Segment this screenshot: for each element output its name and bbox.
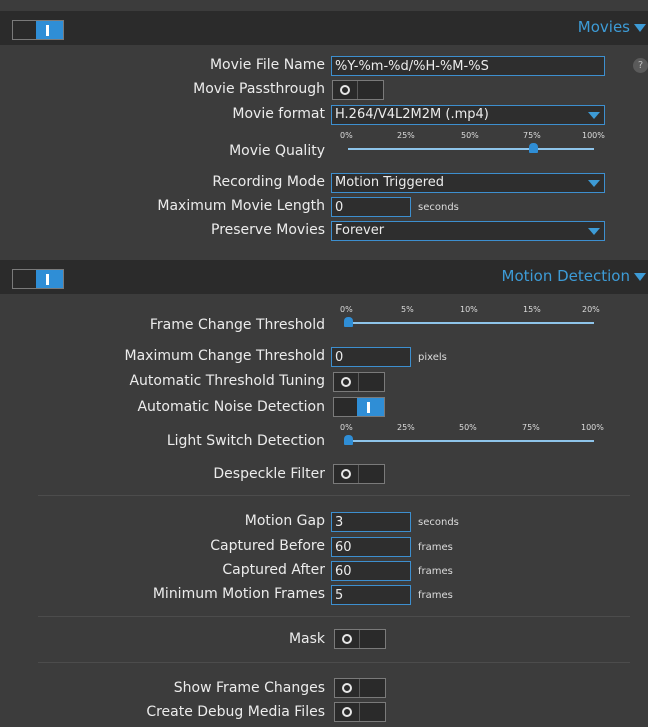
mask-label: Mask	[288, 631, 325, 647]
movie-quality-label: Movie Quality	[229, 143, 325, 159]
motion-section-title[interactable]: Motion Detection	[502, 267, 646, 285]
recording-mode-label: Recording Mode	[212, 174, 325, 190]
preserve-movies-label: Preserve Movies	[211, 222, 325, 238]
captured-before-input[interactable]	[331, 537, 411, 557]
slider-tick: 0%	[340, 305, 353, 314]
despeckle-filter-toggle[interactable]	[333, 464, 385, 484]
captured-after-input[interactable]	[331, 561, 411, 581]
motion-gap-input[interactable]	[331, 512, 411, 532]
captured-before-unit: frames	[418, 542, 453, 553]
min-motion-frames-label: Minimum Motion Frames	[152, 586, 325, 602]
min-motion-frames-unit: frames	[418, 590, 453, 601]
motion-section-header[interactable]: Motion Detection	[0, 260, 648, 294]
divider	[38, 495, 630, 496]
slider-thumb[interactable]	[344, 435, 353, 445]
movies-section-header[interactable]: Movies	[0, 11, 648, 45]
max-change-threshold-unit: pixels	[418, 352, 447, 363]
auto-threshold-tuning-label: Automatic Threshold Tuning	[129, 373, 325, 389]
mask-toggle[interactable]	[334, 629, 386, 649]
chevron-down-icon	[588, 228, 600, 235]
slider-tick: 0%	[340, 131, 353, 140]
frame-change-threshold-label: Frame Change Threshold	[149, 317, 325, 333]
chevron-down-icon	[588, 112, 600, 119]
slider-tick: 0%	[340, 423, 353, 432]
max-movie-length-input[interactable]	[331, 197, 411, 217]
help-icon[interactable]: ?	[633, 58, 648, 73]
captured-after-unit: frames	[418, 566, 453, 577]
slider-tick: 50%	[459, 423, 477, 432]
movie-passthrough-label: Movie Passthrough	[193, 81, 325, 97]
movie-file-name-label: Movie File Name	[209, 57, 325, 73]
movies-enable-toggle[interactable]	[12, 20, 64, 40]
motion-gap-unit: seconds	[418, 517, 459, 528]
auto-noise-detection-toggle[interactable]	[333, 397, 385, 417]
slider-tick: 15%	[523, 305, 541, 314]
max-movie-length-label: Maximum Movie Length	[157, 198, 325, 214]
slider-tick: 100%	[581, 423, 604, 432]
show-frame-changes-label: Show Frame Changes	[173, 680, 325, 696]
slider-tick: 50%	[461, 131, 479, 140]
create-debug-media-files-label: Create Debug Media Files	[146, 704, 325, 720]
slider-tick: 75%	[523, 131, 541, 140]
movie-format-label: Movie format	[232, 106, 325, 122]
max-change-threshold-input[interactable]	[331, 347, 411, 367]
captured-after-label: Captured After	[222, 562, 325, 578]
captured-before-label: Captured Before	[210, 538, 325, 554]
movie-file-name-input[interactable]	[331, 56, 605, 76]
slider-tick: 25%	[397, 131, 415, 140]
frame-change-threshold-slider[interactable]: 0% 5% 10% 15% 20%	[340, 305, 602, 333]
motion-gap-label: Motion Gap	[244, 513, 325, 529]
slider-track	[348, 148, 594, 150]
movie-format-select[interactable]: H.264/V4L2M2M (.mp4)	[331, 105, 605, 125]
movie-passthrough-toggle[interactable]	[332, 80, 384, 100]
auto-noise-detection-label: Automatic Noise Detection	[137, 399, 325, 415]
divider	[38, 616, 630, 617]
slider-track	[348, 322, 594, 324]
slider-tick: 25%	[397, 423, 415, 432]
slider-tick: 100%	[582, 131, 605, 140]
recording-mode-select[interactable]: Motion Triggered	[331, 173, 605, 193]
collapse-arrow-icon	[634, 24, 646, 32]
chevron-down-icon	[588, 180, 600, 187]
divider	[38, 662, 630, 663]
slider-thumb[interactable]	[528, 143, 538, 153]
max-movie-length-unit: seconds	[418, 202, 459, 213]
collapse-arrow-icon	[634, 273, 646, 281]
preserve-movies-select[interactable]: Forever	[331, 221, 605, 241]
slider-tick: 10%	[460, 305, 478, 314]
light-switch-detection-slider[interactable]: 0% 25% 50% 75% 100%	[340, 423, 604, 451]
create-debug-media-files-toggle[interactable]	[334, 702, 386, 722]
min-motion-frames-input[interactable]	[331, 585, 411, 605]
slider-track	[348, 440, 594, 442]
motion-enable-toggle[interactable]	[12, 269, 64, 289]
auto-threshold-tuning-toggle[interactable]	[333, 372, 385, 392]
slider-thumb[interactable]	[344, 317, 353, 327]
slider-tick: 5%	[401, 305, 414, 314]
despeckle-filter-label: Despeckle Filter	[213, 466, 325, 482]
max-change-threshold-label: Maximum Change Threshold	[124, 348, 325, 364]
slider-tick: 20%	[582, 305, 600, 314]
movies-section-title[interactable]: Movies	[578, 18, 646, 36]
show-frame-changes-toggle[interactable]	[334, 678, 386, 698]
slider-tick: 75%	[522, 423, 540, 432]
movie-quality-slider[interactable]: 0% 25% 50% 75% 100%	[340, 131, 605, 159]
light-switch-detection-label: Light Switch Detection	[166, 433, 325, 449]
